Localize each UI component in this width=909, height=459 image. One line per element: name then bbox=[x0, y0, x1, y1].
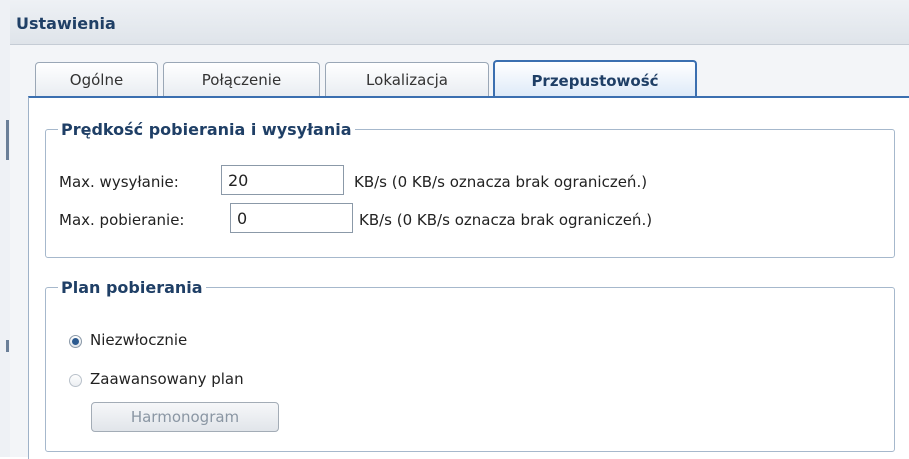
edge-marker bbox=[6, 120, 9, 160]
upload-limit-input[interactable] bbox=[221, 165, 344, 195]
immediate-radio[interactable] bbox=[69, 335, 82, 348]
download-limit-input[interactable] bbox=[230, 203, 353, 233]
window-title: Ustawienia bbox=[16, 14, 116, 33]
title-bar[interactable]: Ustawienia bbox=[10, 0, 909, 45]
download-limit-label: Max. pobieranie: bbox=[59, 211, 185, 229]
upload-limit-label: Max. wysyłanie: bbox=[59, 173, 179, 191]
download-limit-hint: KB/s (0 KB/s oznacza brak ograniczeń.) bbox=[359, 211, 653, 229]
tab-location[interactable]: Lokalizacja bbox=[325, 62, 489, 96]
tab-general[interactable]: Ogólne bbox=[35, 62, 158, 96]
edge-marker bbox=[6, 340, 9, 352]
immediate-radio-label[interactable]: Niezwłocznie bbox=[90, 331, 187, 349]
advanced-schedule-radio-label[interactable]: Zaawansowany plan bbox=[90, 370, 244, 388]
tab-bandwidth[interactable]: Przepustowość bbox=[493, 60, 697, 98]
download-schedule-legend: Plan pobierania bbox=[61, 278, 203, 297]
settings-window: Ustawienia Ogólne Połączenie Lokalizacja… bbox=[10, 0, 909, 459]
upload-limit-hint: KB/s (0 KB/s oznacza brak ograniczeń.) bbox=[354, 173, 648, 191]
tab-content-bandwidth: Prędkość pobierania i wysyłania Max. wys… bbox=[28, 96, 909, 459]
speed-limits-legend: Prędkość pobierania i wysyłania bbox=[61, 120, 352, 139]
tab-connection[interactable]: Połączenie bbox=[163, 62, 320, 96]
schedule-button[interactable]: Harmonogram bbox=[91, 402, 279, 432]
advanced-schedule-radio[interactable] bbox=[69, 374, 82, 387]
